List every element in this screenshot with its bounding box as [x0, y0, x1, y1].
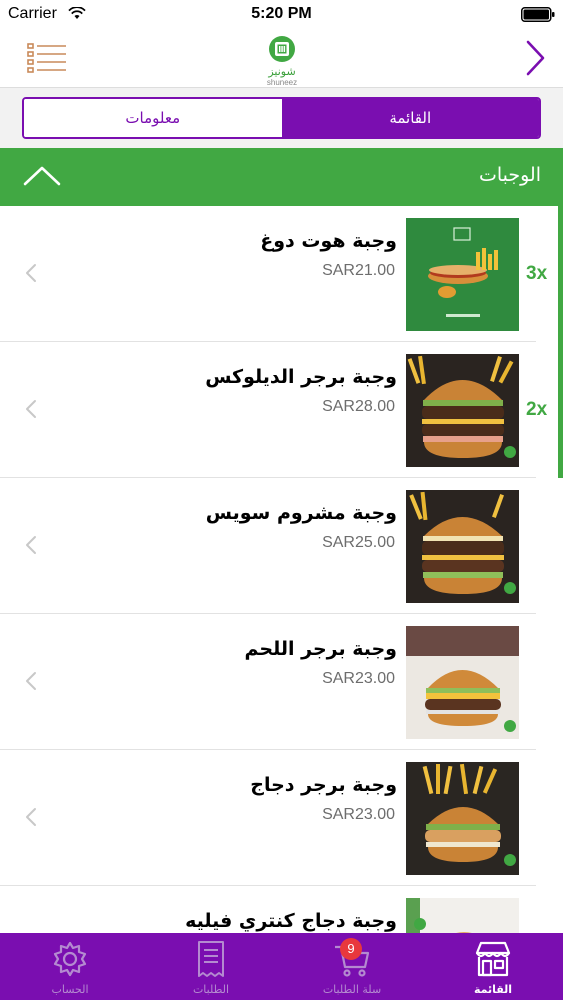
tab-bar: الحساب الطلبات 9 سلة الطلبات القائمة [0, 933, 563, 1000]
header: شونيز shuneez [0, 28, 563, 88]
item-name: وجبة برجر اللحم [244, 638, 397, 660]
category-header[interactable]: الوجبات [0, 148, 563, 206]
mushroom-swiss-burger-image [406, 490, 519, 603]
battery-icon [521, 7, 555, 22]
chevron-left-icon [26, 808, 36, 826]
item-name: وجبة مشروم سويس [205, 502, 397, 524]
tab-label: سلة الطلبات [322, 983, 382, 996]
tab-label: الحساب [51, 983, 89, 996]
chevron-left-icon [26, 400, 36, 418]
category-title: الوجبات [478, 164, 541, 186]
item-name: وجبة برجر الديلوكس [205, 366, 397, 388]
segment-info[interactable]: معلومات [24, 99, 282, 137]
logo-text: شونيز [268, 65, 296, 78]
deluxe-burger-image [406, 354, 519, 467]
status-bar: Carrier 5:20 PM [0, 0, 563, 28]
country-fillet-image [406, 898, 519, 933]
status-time: 5:20 PM [251, 5, 312, 22]
tab-menu[interactable]: القائمة [423, 933, 563, 1000]
list-menu-button[interactable] [26, 40, 70, 76]
menu-item[interactable]: وجبة برجر اللحم SAR23.00 [0, 614, 563, 750]
quantity-indicator [558, 342, 563, 478]
item-price: SAR23.00 [322, 670, 395, 687]
checklist-icon [27, 43, 66, 73]
menu-list: وجبة هوت دوغ SAR21.00 3x وجبة برجر الديل… [0, 206, 563, 933]
gear-icon [53, 941, 87, 977]
chicken-burger-image [406, 762, 519, 875]
segment-container: معلومات القائمة [0, 88, 563, 148]
tab-cart[interactable]: 9 سلة الطلبات [282, 933, 422, 1000]
cart-count-badge: 9 [340, 938, 362, 960]
menu-item[interactable]: وجبة هوت دوغ SAR21.00 3x [0, 206, 563, 342]
chevron-left-icon [26, 672, 36, 690]
segment-menu[interactable]: القائمة [281, 99, 539, 137]
tab-orders[interactable]: الطلبات [141, 933, 281, 1000]
tab-label: القائمة [473, 983, 513, 996]
store-icon [475, 941, 511, 977]
item-name: وجبة برجر دجاج [250, 774, 397, 796]
back-button[interactable] [523, 38, 549, 78]
menu-item[interactable]: وجبة برجر الديلوكس SAR28.00 2x [0, 342, 563, 478]
chevron-up-icon [23, 166, 61, 186]
shuneez-logo: شونيز shuneez [258, 34, 306, 87]
tab-label: الطلبات [192, 983, 230, 996]
item-name: وجبة هوت دوغ [260, 230, 397, 252]
item-price: SAR28.00 [322, 398, 395, 415]
chevron-right-icon [526, 40, 545, 76]
receipt-icon [198, 941, 224, 977]
item-name: وجبة دجاج كنتري فيليه [185, 910, 397, 932]
item-price: SAR23.00 [322, 806, 395, 823]
quantity-indicator [558, 206, 563, 342]
tab-account[interactable]: الحساب [0, 933, 140, 1000]
item-price: SAR25.00 [322, 534, 395, 551]
segmented-control: معلومات القائمة [22, 97, 541, 139]
menu-item[interactable]: وجبة برجر دجاج SAR23.00 [0, 750, 563, 886]
menu-item[interactable]: وجبة مشروم سويس SAR25.00 [0, 478, 563, 614]
item-price: SAR21.00 [322, 262, 395, 279]
hotdog-meal-image [406, 218, 519, 331]
item-quantity: 2x [526, 399, 548, 420]
item-quantity: 3x [526, 263, 548, 284]
beef-burger-image [406, 626, 519, 739]
chevron-left-icon [26, 536, 36, 554]
menu-item[interactable]: وجبة دجاج كنتري فيليه [0, 886, 563, 933]
chevron-left-icon [26, 264, 36, 282]
logo-subtext: shuneez [266, 78, 298, 87]
